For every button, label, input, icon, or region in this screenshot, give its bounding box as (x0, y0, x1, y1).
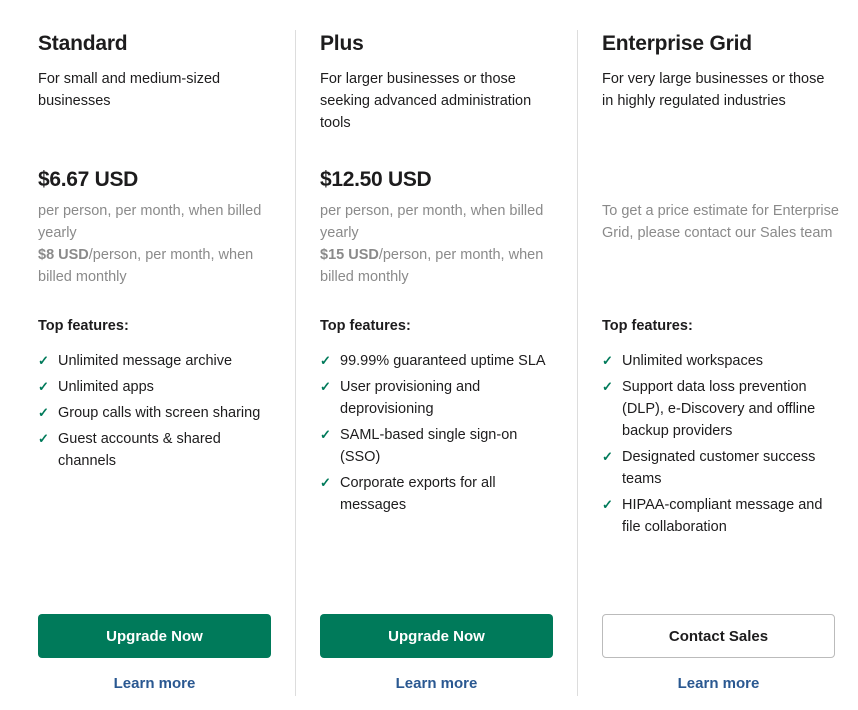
check-icon: ✓ (38, 353, 49, 368)
check-icon: ✓ (320, 427, 331, 442)
plan-card-plus: Plus For larger businesses or those seek… (320, 30, 560, 696)
feature-item: ✓ Unlimited apps (38, 376, 278, 398)
column-divider (577, 30, 578, 696)
check-icon: ✓ (38, 431, 49, 446)
contact-sales-button[interactable]: Contact Sales (602, 614, 835, 658)
plan-description: For larger businesses or those seeking a… (320, 71, 532, 131)
features-title: Top features: (602, 318, 693, 334)
upgrade-now-button[interactable]: Upgrade Now (38, 614, 271, 658)
price-note-yearly: per person, per month, when billed yearl… (320, 203, 544, 241)
feature-item: ✓ Designated customer success teams (602, 446, 842, 490)
check-icon: ✓ (602, 379, 613, 394)
check-icon: ✓ (38, 379, 49, 394)
plan-description: For very large businesses or those in hi… (602, 71, 825, 109)
check-icon: ✓ (602, 497, 613, 512)
plan-description: For small and medium-sized businesses (38, 71, 221, 109)
learn-more-link[interactable]: Learn more (602, 675, 835, 692)
check-icon: ✓ (320, 379, 331, 394)
price-note-yearly: per person, per month, when billed yearl… (38, 203, 262, 241)
feature-list: ✓ Unlimited message archive ✓ Unlimited ap… (38, 350, 278, 476)
plan-name: Standard (38, 32, 128, 55)
feature-item: ✓ Support data loss prevention (DLP), e-D… (602, 376, 842, 442)
feature-text: Support data loss prevention (DLP), e-Di… (622, 379, 816, 439)
check-icon: ✓ (320, 353, 331, 368)
feature-item: ✓ User provisioning and deprovisioning (320, 376, 560, 420)
feature-text: 99.99% guaranteed uptime SLA (340, 353, 546, 369)
price-note: per person, per month, when billed yearl… (38, 200, 276, 288)
feature-list: ✓ Unlimited workspaces ✓ Support data loss… (602, 350, 842, 542)
feature-item: ✓ Corporate exports for all messages (320, 472, 560, 516)
feature-text: Unlimited workspaces (622, 353, 764, 369)
feature-item: ✓ HIPAA-compliant message and file collab… (602, 494, 842, 538)
plan-price: $12.50 USD (320, 168, 432, 191)
feature-item: ✓ Unlimited message archive (38, 350, 278, 372)
feature-text: Corporate exports for all messages (340, 475, 496, 513)
price-note: per person, per month, when billed yearl… (320, 200, 558, 288)
check-icon: ✓ (38, 405, 49, 420)
plan-name: Plus (320, 32, 364, 55)
feature-text: Guest accounts & shared channels (58, 431, 221, 469)
feature-text: Unlimited message archive (58, 353, 233, 369)
check-icon: ✓ (602, 449, 613, 464)
plan-price: $6.67 USD (38, 168, 139, 191)
plan-card-standard: Standard For small and medium-sized busi… (38, 30, 278, 696)
feature-text: HIPAA-compliant message and file collabo… (622, 497, 823, 535)
learn-more-link[interactable]: Learn more (320, 675, 553, 692)
monthly-price: $15 USD (320, 247, 379, 263)
feature-text: User provisioning and deprovisioning (340, 379, 481, 417)
upgrade-now-button[interactable]: Upgrade Now (320, 614, 553, 658)
feature-text: Group calls with screen sharing (58, 405, 261, 421)
monthly-price: $8 USD (38, 247, 89, 263)
feature-text: Unlimited apps (58, 379, 154, 395)
column-divider (295, 30, 296, 696)
check-icon: ✓ (602, 353, 613, 368)
check-icon: ✓ (320, 475, 331, 490)
features-title: Top features: (38, 318, 129, 334)
price-note: To get a price estimate for Enterprise G… (602, 203, 839, 241)
feature-item: ✓ 99.99% guaranteed uptime SLA (320, 350, 560, 372)
feature-text: Designated customer success teams (622, 449, 816, 487)
features-title: Top features: (320, 318, 411, 334)
plan-card-enterprise-grid: Enterprise Grid For very large businesse… (602, 30, 842, 696)
feature-item: ✓ SAML-based single sign-on (SSO) (320, 424, 560, 468)
plan-name: Enterprise Grid (602, 32, 752, 55)
feature-list: ✓ 99.99% guaranteed uptime SLA ✓ User prov… (320, 350, 560, 520)
feature-text: SAML-based single sign-on (SSO) (340, 427, 518, 465)
feature-item: ✓ Unlimited workspaces (602, 350, 842, 372)
feature-item: ✓ Guest accounts & shared channels (38, 428, 278, 472)
feature-item: ✓ Group calls with screen sharing (38, 402, 278, 424)
learn-more-link[interactable]: Learn more (38, 675, 271, 692)
